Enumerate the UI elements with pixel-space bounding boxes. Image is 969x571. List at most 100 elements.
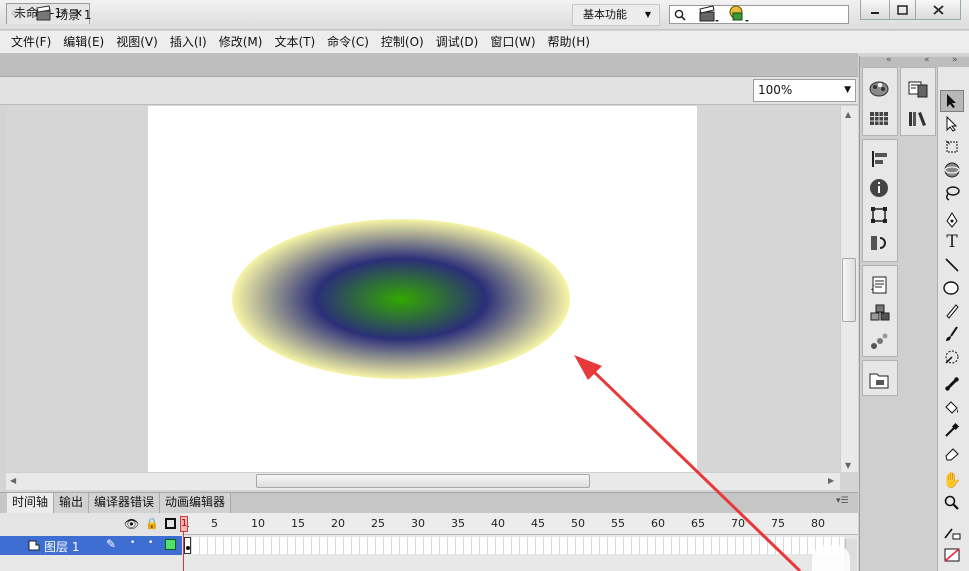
menu-file[interactable]: 文件(F) bbox=[5, 31, 57, 53]
outline-icon[interactable] bbox=[165, 518, 176, 529]
hand-icon: ✋ bbox=[942, 471, 962, 489]
align-icon[interactable] bbox=[871, 150, 889, 171]
stage[interactable] bbox=[148, 106, 697, 472]
swatches-grid-icon[interactable] bbox=[869, 110, 889, 131]
free-transform-tool[interactable] bbox=[940, 136, 964, 158]
help-search-input[interactable] bbox=[669, 5, 849, 24]
scroll-left-icon[interactable]: ◀ bbox=[10, 476, 16, 485]
edit-symbols-button[interactable] bbox=[728, 4, 750, 27]
lock-icon[interactable]: 🔒 bbox=[145, 517, 159, 530]
menu-commands[interactable]: 命令(C) bbox=[321, 31, 375, 53]
frame-number: 30 bbox=[411, 517, 425, 530]
scroll-right-icon[interactable]: ▶ bbox=[828, 476, 834, 485]
tab-compiler-errors[interactable]: 编译器错误 bbox=[89, 493, 161, 513]
eye-icon[interactable]: 👁 bbox=[124, 517, 139, 531]
playhead-line bbox=[183, 532, 184, 571]
brush-tool[interactable] bbox=[940, 323, 964, 345]
oval-icon bbox=[943, 281, 959, 295]
frame-number: 10 bbox=[251, 517, 265, 530]
stroke-color-icon bbox=[944, 528, 961, 540]
document-tab-bar bbox=[0, 53, 858, 77]
workspace-switcher[interactable]: 基本功能 ▼ bbox=[572, 4, 660, 26]
watermark-paw bbox=[812, 545, 850, 571]
zoom-select[interactable]: 100% ▼ bbox=[753, 79, 856, 102]
visibility-dot[interactable]: • bbox=[130, 538, 135, 548]
tab-motion-editor[interactable]: 动画编辑器 bbox=[160, 493, 232, 513]
properties-icon[interactable] bbox=[908, 80, 928, 101]
transform-icon[interactable] bbox=[870, 206, 888, 227]
frame-grid[interactable] bbox=[184, 537, 844, 554]
layer-name[interactable]: 图层 1 bbox=[44, 538, 79, 555]
eyedropper-tool[interactable] bbox=[940, 419, 964, 441]
gradient-ellipse[interactable] bbox=[232, 219, 570, 379]
hand-tool[interactable]: ✋ bbox=[940, 469, 964, 491]
3d-rotation-tool[interactable] bbox=[940, 159, 964, 181]
edit-bar bbox=[0, 77, 858, 105]
frame-number: 70 bbox=[731, 517, 745, 530]
back-arrow-icon[interactable]: ⇦ bbox=[11, 6, 22, 21]
stroke-color-tool[interactable] bbox=[940, 521, 964, 543]
menu-insert[interactable]: 插入(I) bbox=[164, 31, 213, 53]
fill-color-tool[interactable] bbox=[940, 544, 964, 566]
frame-number: 35 bbox=[451, 517, 465, 530]
oval-tool[interactable] bbox=[940, 277, 964, 299]
close-window-button[interactable] bbox=[915, 0, 961, 20]
lock-dot[interactable]: • bbox=[148, 538, 153, 548]
code-snippets-icon[interactable]: { bbox=[870, 276, 888, 297]
menu-modify[interactable]: 修改(M) bbox=[213, 31, 269, 53]
color-palette-icon[interactable] bbox=[868, 79, 890, 102]
menu-window[interactable]: 窗口(W) bbox=[484, 31, 541, 53]
zoom-tool[interactable] bbox=[940, 492, 964, 514]
playhead[interactable]: 1 bbox=[180, 516, 188, 532]
project-icon[interactable] bbox=[869, 372, 889, 393]
frame-ruler[interactable]: 1 5 10 15 20 25 30 35 40 45 50 55 60 65 … bbox=[182, 513, 858, 535]
paint-bucket-tool[interactable] bbox=[940, 396, 964, 418]
menu-edit[interactable]: 编辑(E) bbox=[57, 31, 110, 53]
info-icon[interactable] bbox=[869, 178, 889, 201]
edit-scene-button[interactable] bbox=[698, 4, 720, 27]
eraser-tool[interactable] bbox=[940, 442, 964, 464]
maximize-button[interactable] bbox=[889, 0, 916, 20]
scene-panel-icon[interactable] bbox=[870, 234, 888, 255]
tab-output[interactable]: 输出 bbox=[54, 493, 90, 513]
line-tool[interactable] bbox=[940, 254, 964, 276]
menu-bar: 文件(F) 编辑(E) 视图(V) 插入(I) 修改(M) 文本(T) 命令(C… bbox=[0, 31, 969, 53]
tab-timeline[interactable]: 时间轴 bbox=[7, 493, 55, 513]
motion-presets-icon[interactable] bbox=[870, 332, 888, 353]
scroll-down-icon[interactable]: ▼ bbox=[845, 461, 851, 470]
playhead-frame: 1 bbox=[181, 518, 188, 529]
keyframe[interactable] bbox=[184, 537, 191, 554]
layer-color-swatch[interactable] bbox=[165, 539, 176, 550]
scene-name[interactable]: 场景 1 bbox=[56, 6, 91, 23]
horizontal-scroll-thumb[interactable] bbox=[256, 474, 590, 488]
menu-text[interactable]: 文本(T) bbox=[268, 31, 321, 53]
collapse-arrows-icon[interactable]: « bbox=[924, 55, 930, 65]
selection-tool[interactable] bbox=[940, 90, 964, 112]
keyframe-dot bbox=[186, 546, 190, 550]
menu-help[interactable]: 帮助(H) bbox=[542, 31, 596, 53]
deco-tool[interactable] bbox=[940, 346, 964, 368]
lasso-tool[interactable] bbox=[940, 182, 964, 204]
minimize-button[interactable] bbox=[860, 0, 890, 20]
text-tool[interactable]: T bbox=[940, 231, 964, 253]
pencil-icon[interactable]: ✎ bbox=[106, 537, 116, 551]
frame-number: 25 bbox=[371, 517, 385, 530]
menu-debug[interactable]: 调试(D) bbox=[430, 31, 485, 53]
vertical-scroll-thumb[interactable] bbox=[842, 258, 856, 322]
pen-tool[interactable] bbox=[940, 209, 964, 231]
menu-control[interactable]: 控制(O) bbox=[375, 31, 430, 53]
collapse-arrows-icon[interactable]: « bbox=[886, 55, 892, 65]
pencil-tool[interactable] bbox=[940, 300, 964, 322]
menu-view[interactable]: 视图(V) bbox=[110, 31, 164, 53]
close-icon bbox=[932, 4, 944, 15]
layer-row[interactable]: ✎ • • bbox=[0, 536, 182, 555]
bone-tool[interactable] bbox=[940, 373, 964, 395]
frame-number: 50 bbox=[571, 517, 585, 530]
expand-arrows-icon[interactable]: » bbox=[952, 55, 958, 65]
library-icon[interactable] bbox=[908, 110, 928, 131]
scroll-up-icon[interactable]: ▲ bbox=[845, 110, 851, 119]
subselection-tool[interactable] bbox=[940, 113, 964, 135]
free-transform-icon bbox=[945, 140, 958, 153]
panel-menu-icon[interactable]: ▾☰ bbox=[836, 496, 849, 506]
components-icon[interactable] bbox=[870, 304, 890, 325]
